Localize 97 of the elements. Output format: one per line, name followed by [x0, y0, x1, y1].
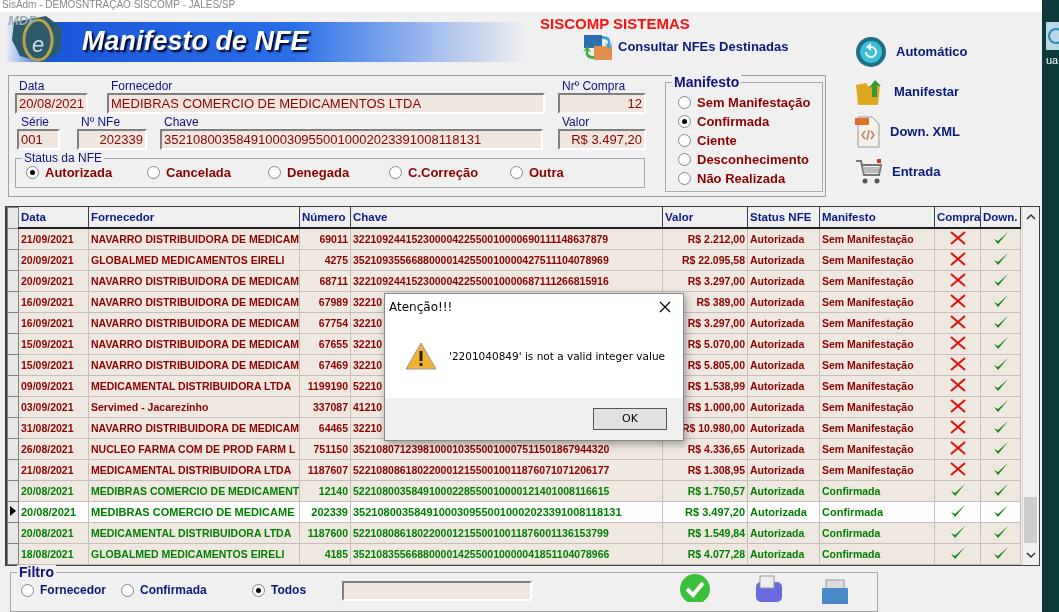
field-label: Fornecedor: [110, 79, 174, 93]
column-header[interactable]: Valor: [662, 207, 748, 228]
column-header[interactable]: Fornecedor: [88, 207, 300, 228]
table-cell: 35210800358491000309550010002023391008118131: [350, 501, 663, 523]
action-button[interactable]: Entrada: [854, 153, 968, 190]
field-label: Valor: [561, 115, 591, 129]
radio-circle[interactable]: [121, 583, 134, 597]
column-header[interactable]: Manifesto: [819, 207, 935, 228]
nfe-number-field[interactable]: 202339: [77, 128, 147, 150]
value-field[interactable]: R$ 3.497,20: [558, 128, 646, 150]
table-cell: MEDICAMENTAL DISTRIBUIDORA LTDA: [88, 375, 300, 397]
column-header[interactable]: Down.: [980, 207, 1021, 228]
status-radio[interactable]: C.Correção: [389, 165, 510, 180]
table-cell: 52210800358491000228550010000121401008116615: [350, 480, 663, 502]
table-cell: 35210835566880000142550010000041851104078966: [350, 543, 663, 565]
radio-circle[interactable]: [21, 583, 34, 597]
column-header[interactable]: Chave: [350, 207, 663, 228]
radio-circle[interactable]: [510, 166, 523, 179]
field-label: Data: [18, 79, 46, 93]
manifest-radio[interactable]: Desconhecimento: [678, 149, 822, 169]
field-label: Nrº Compra: [561, 79, 627, 93]
manifest-radio[interactable]: Confirmada: [678, 111, 822, 131]
table-cell: NAVARRO DISTRIBUIDORA DE MEDICAM: [88, 312, 300, 334]
radio-circle[interactable]: [147, 166, 160, 179]
table-cell: 32210924415230000422550010000690111148637879: [350, 228, 663, 250]
table-cell: GLOBALMED MEDICAMENTOS EIRELI: [88, 249, 300, 271]
column-header[interactable]: Número: [299, 207, 351, 228]
table-cell: 32210924415230000422550010000687111266815916: [350, 270, 663, 292]
table-cell: MEDIBRAS COMERCIO DE MEDICAME: [88, 501, 300, 523]
table-cell: NAVARRO DISTRIBUIDORA DE MEDICAM: [88, 270, 300, 292]
column-header[interactable]: Data: [18, 207, 89, 228]
confirm-icon[interactable]: [678, 572, 712, 602]
scroll-up-icon[interactable]: [1026, 212, 1036, 221]
row-pointer-icon: [9, 506, 17, 516]
window-title: SisAdm - DEMOSNTRAÇÃO SISCOMP - JALES/SP: [1, 0, 237, 10]
action-button[interactable]: Manifestar: [854, 73, 968, 110]
table-cell: NAVARRO DISTRIBUIDORA DE MEDICAM: [88, 354, 300, 376]
supplier-field[interactable]: MEDIBRAS COMERCIO DE MEDICAMENTOS LTDA: [107, 92, 545, 114]
column-header[interactable]: Status NFE: [747, 207, 820, 228]
manifest-radio[interactable]: Sem Manifestação: [678, 92, 822, 112]
group-title: Status da NFE: [22, 150, 105, 165]
radio-circle[interactable]: [26, 166, 39, 179]
radio-circle[interactable]: [389, 166, 402, 179]
table-cell: MEDIBRAS COMERCIO DE MEDICAMENT: [88, 480, 300, 502]
filter-radio[interactable]: Confirmada: [121, 583, 252, 597]
radio-circle[interactable]: [678, 114, 691, 128]
document-icon: [854, 114, 882, 149]
filter-radio[interactable]: Todos: [252, 583, 332, 597]
filter-radio[interactable]: Fornecedor: [21, 583, 121, 597]
refresh-icon: [854, 34, 888, 69]
group-title: Filtro: [17, 565, 56, 579]
status-radio[interactable]: Autorizada: [26, 165, 147, 180]
status-radio[interactable]: Cancelada: [147, 165, 268, 180]
table-cell: MEDICAMENTAL DISTRIBUIDORA LTDA: [88, 459, 300, 481]
warning-icon: [405, 341, 437, 370]
action-button[interactable]: Automático: [854, 33, 968, 70]
table-cell: NAVARRO DISTRIBUIDORA DE MEDICAM: [88, 228, 300, 250]
table-cell: MEDICAMENTAL DISTRIBUIDORA LTDA: [88, 522, 300, 544]
scrollbar-thumb[interactable]: [1024, 497, 1037, 543]
radio-circle[interactable]: [678, 171, 691, 185]
manifest-radio[interactable]: Ciente: [678, 130, 822, 150]
status-radio[interactable]: Outra: [510, 165, 631, 180]
scrollbar[interactable]: [1022, 206, 1039, 565]
close-icon[interactable]: [659, 300, 671, 313]
company-name: SISCOMP SISTEMAS: [540, 14, 690, 32]
table-cell: GLOBALMED MEDICAMENTOS EIRELI: [88, 543, 300, 565]
field-label: Nº NFe: [80, 115, 122, 129]
table-cell: Servimed - Jacarezinho: [88, 396, 300, 418]
radio-circle[interactable]: [678, 95, 691, 109]
desktop-icon-label[interactable]: ua: [1046, 54, 1059, 66]
radio-circle[interactable]: [678, 152, 691, 166]
table-cell: NAVARRO DISTRIBUIDORA DE MEDICAM: [88, 291, 300, 313]
table-cell: NUCLEO FARMA COM DE PROD FARM L: [88, 438, 300, 460]
radio-circle[interactable]: [268, 166, 281, 179]
ok-button[interactable]: OK: [593, 407, 667, 430]
radio-circle[interactable]: [252, 583, 265, 597]
table-cell: NAVARRO DISTRIBUIDORA DE MEDICAM: [88, 417, 300, 439]
table-cell: NAVARRO DISTRIBUIDORA DE MEDICAM: [88, 333, 300, 355]
field-label: Série: [20, 115, 50, 129]
field-label: Chave: [163, 115, 200, 129]
key-field[interactable]: 35210800358491000309550010002023391008118131: [160, 128, 543, 150]
manifest-radio[interactable]: Não Realizada: [678, 168, 822, 188]
series-field[interactable]: 001: [17, 128, 60, 150]
table-cell: 35210935566880000142550010000427511104078969: [350, 249, 663, 271]
dialog-title: Atenção!!!: [389, 299, 453, 314]
group-title: Manifesto: [672, 74, 742, 89]
status-radio[interactable]: Denegada: [268, 165, 389, 180]
filter-field[interactable]: [342, 581, 532, 601]
purchase-number-field[interactable]: 12: [558, 92, 646, 114]
table-cell: 52210808618022000121550010011876071071206177: [350, 459, 663, 481]
page-title: Manifesto de NFE: [82, 26, 309, 57]
date-field[interactable]: 20/08/2021: [15, 92, 88, 114]
radio-circle[interactable]: [678, 133, 691, 147]
scroll-down-icon[interactable]: [1026, 551, 1036, 559]
action-button[interactable]: Down. XML: [854, 113, 968, 150]
table-cell: 52210808618022000121550010011876001136153799: [350, 522, 663, 544]
consult-button[interactable]: Consultar NFEs Destinadas: [582, 31, 789, 62]
